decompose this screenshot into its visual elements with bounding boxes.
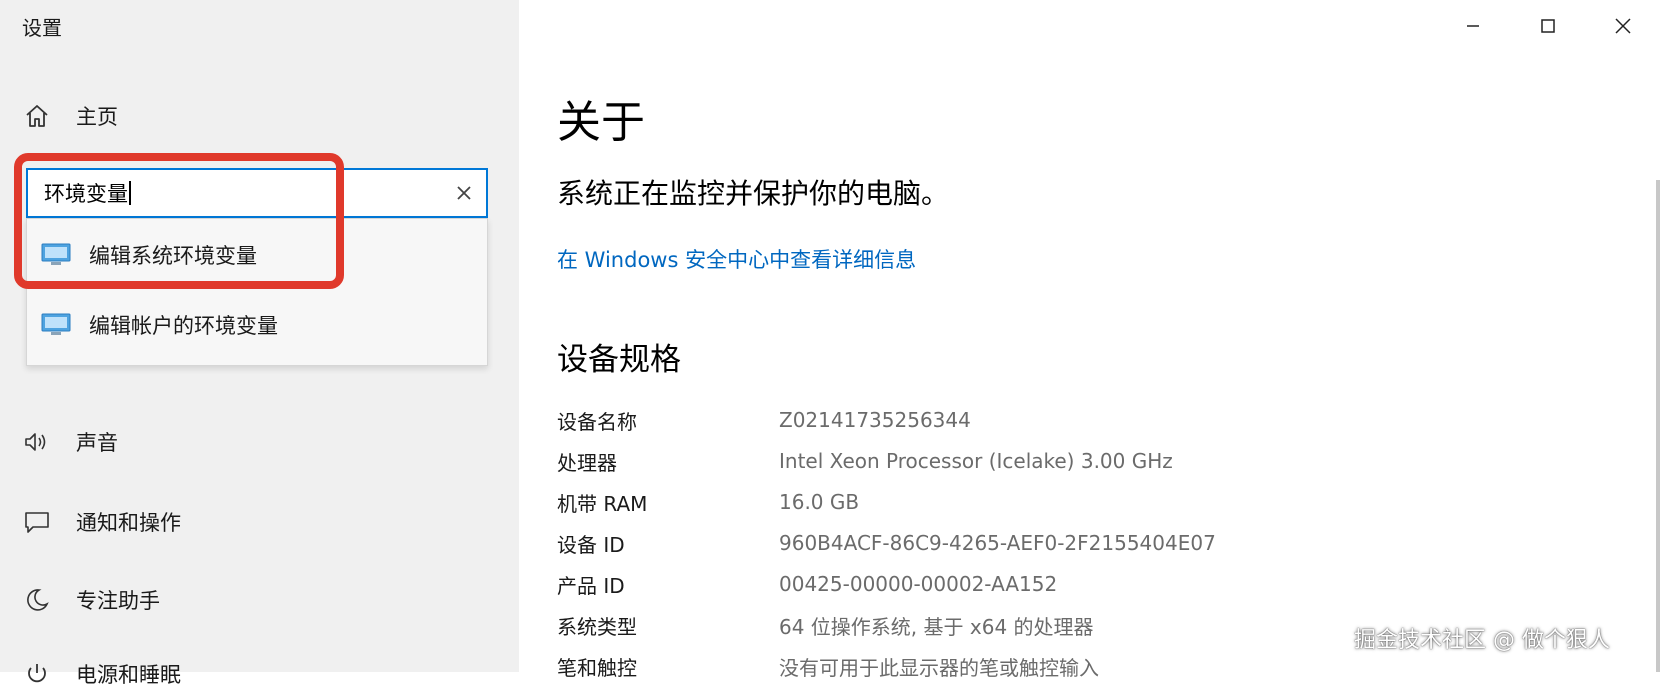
sidebar-item-notifications[interactable]: 通知和操作 [22, 502, 181, 542]
clear-icon [457, 186, 471, 200]
app-title: 设置 [22, 16, 62, 40]
notification-icon [22, 507, 52, 537]
sidebar-item-sound[interactable]: 声音 [22, 422, 118, 462]
sidebar-item-power[interactable]: 电源和睡眠 [22, 654, 181, 694]
spec-label: 产品 ID [557, 573, 625, 598]
scrollbar[interactable] [1656, 180, 1660, 672]
sidebar-item-label: 通知和操作 [76, 511, 181, 535]
spec-value: Intel Xeon Processor (Icelake) 3.00 GHz [779, 449, 1173, 473]
suggestion-label: 编辑帐户的环境变量 [89, 314, 278, 338]
sidebar-item-focus-assist[interactable]: 专注助手 [22, 580, 160, 620]
suggestion-label: 编辑系统环境变量 [89, 244, 257, 268]
search-input-value: 环境变量 [44, 182, 128, 206]
spec-row: 笔和触控 没有可用于此显示器的笔或触控输入 [557, 651, 1099, 681]
moon-icon [22, 585, 52, 615]
sidebar-item-label: 专注助手 [76, 589, 160, 613]
spec-label: 设备名称 [557, 409, 637, 434]
spec-label: 处理器 [557, 450, 617, 475]
spec-value: 64 位操作系统, 基于 x64 的处理器 [779, 614, 1094, 639]
spec-row: 机带 RAM 16.0 GB [557, 487, 859, 517]
page-title: 关于 [557, 97, 645, 148]
sidebar: 设置 主页 屏幕 声音 通知和操作 专注助手 电源和睡眠 [0, 0, 519, 687]
spec-value: 没有可用于此显示器的笔或触控输入 [779, 655, 1099, 680]
spec-label: 设备 ID [557, 532, 625, 557]
spec-label: 笔和触控 [557, 655, 637, 680]
spec-value: 16.0 GB [779, 490, 860, 514]
search-input[interactable]: 环境变量 [26, 168, 488, 218]
watermark: 掘金技术社区 @ 做个狠人 [1354, 628, 1610, 653]
spec-row: 设备 ID 960B4ACF-86C9-4265-AEF0-2F2155404E… [557, 528, 1216, 558]
sidebar-item-label: 主页 [76, 105, 118, 129]
suggestion-edit-account-env[interactable]: 编辑帐户的环境变量 [27, 293, 487, 357]
protection-status: 系统正在监控并保护你的电脑。 [557, 177, 950, 210]
suggestion-edit-system-env[interactable]: 编辑系统环境变量 [27, 223, 487, 287]
search-suggestions: 编辑系统环境变量 编辑帐户的环境变量 [26, 218, 488, 366]
sidebar-item-label: 声音 [76, 431, 118, 455]
monitor-icon [41, 313, 71, 335]
spec-row: 系统类型 64 位操作系统, 基于 x64 的处理器 [557, 610, 1094, 640]
spec-label: 机带 RAM [557, 491, 648, 516]
spec-value: Z02141735256344 [779, 408, 971, 432]
spec-label: 系统类型 [557, 614, 637, 639]
spec-value: 960B4ACF-86C9-4265-AEF0-2F2155404E07 [779, 531, 1216, 555]
security-center-link[interactable]: 在 Windows 安全中心中查看详细信息 [557, 244, 916, 274]
home-icon [22, 101, 52, 131]
spec-row: 产品 ID 00425-00000-00002-AA152 [557, 569, 1057, 599]
power-icon [22, 659, 52, 689]
text-caret [129, 181, 131, 205]
spec-row: 处理器 Intel Xeon Processor (Icelake) 3.00 … [557, 446, 1173, 476]
spec-value: 00425-00000-00002-AA152 [779, 572, 1058, 596]
spec-row: 设备名称 Z02141735256344 [557, 405, 971, 435]
monitor-icon [41, 243, 71, 265]
main-content: 关于 系统正在监控并保护你的电脑。 在 Windows 安全中心中查看详细信息 … [519, 0, 1660, 680]
sidebar-item-label: 电源和睡眠 [76, 663, 181, 687]
speaker-icon [22, 427, 52, 457]
clear-search-button[interactable] [452, 181, 476, 205]
sidebar-item-home[interactable]: 主页 [22, 96, 118, 136]
device-specs-title: 设备规格 [557, 342, 681, 378]
